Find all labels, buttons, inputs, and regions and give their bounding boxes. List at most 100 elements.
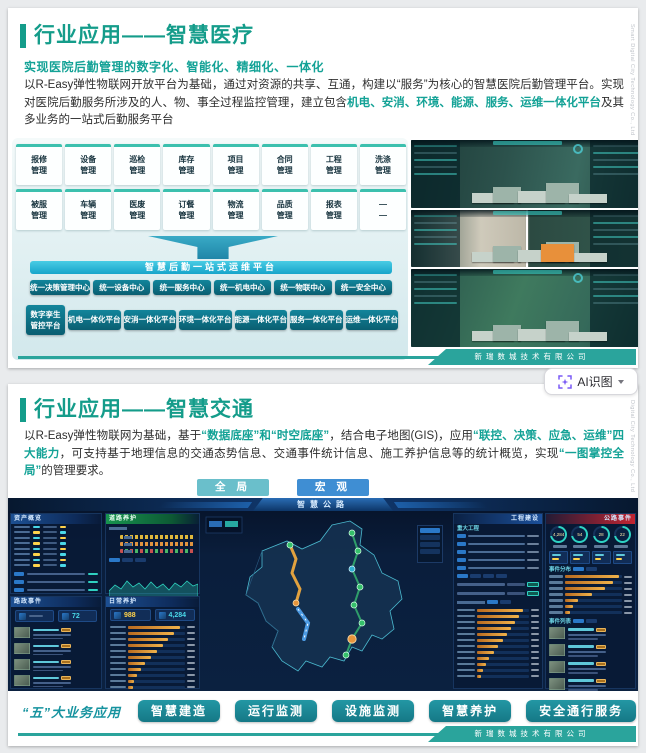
chevron-down-icon[interactable] — [617, 379, 624, 384]
ai-recognize-button[interactable]: AI识图 — [544, 368, 638, 395]
detail-bar — [568, 650, 606, 653]
module-cell: 订餐 管理 — [163, 189, 210, 230]
menu-row — [420, 542, 440, 547]
photo-thumb — [14, 643, 30, 654]
module-cell: 工程 管理 — [310, 144, 357, 185]
project-row — [454, 548, 542, 556]
hud-line — [593, 166, 638, 168]
label-bar — [43, 525, 57, 528]
event-photo-list — [546, 625, 635, 692]
bar-fill — [477, 626, 512, 630]
module-line2: 管理 — [129, 166, 146, 175]
chip-line — [615, 557, 623, 560]
label-bar — [110, 637, 126, 641]
project-row — [454, 540, 542, 548]
view-mode-button: 全 局 — [197, 479, 269, 496]
bar-fill — [477, 638, 503, 642]
label-bar — [110, 685, 126, 689]
bar-fill — [128, 685, 133, 689]
label-bar — [457, 626, 475, 630]
event-text — [33, 643, 98, 655]
value-bar — [187, 686, 195, 688]
bar-fill — [477, 614, 519, 618]
bar-track — [477, 650, 529, 654]
road-condition-strip — [120, 535, 195, 539]
gauge-label-bar — [593, 545, 608, 548]
hud-line — [414, 229, 457, 231]
menu-row — [420, 549, 440, 554]
ai-scan-icon — [558, 374, 573, 389]
traffic-area-chart — [109, 580, 198, 599]
event-thumb-list — [11, 625, 101, 689]
center-button: 统一设备中心 — [93, 280, 151, 295]
label-bar — [549, 599, 563, 602]
module-cell: 被服 管理 — [16, 189, 63, 230]
detail-bar — [33, 637, 63, 639]
hud-line — [414, 288, 457, 290]
stat-row — [11, 563, 101, 569]
bar-track — [128, 673, 185, 677]
date-bar — [527, 535, 539, 537]
event-line1 — [33, 676, 98, 680]
bar-row — [457, 673, 539, 679]
detail-bar — [33, 669, 63, 671]
label-bar — [549, 575, 563, 578]
module-line2: 管理 — [227, 211, 244, 220]
text-run: 的管理要求。 — [41, 465, 111, 477]
slide-smart-transportation: 行业应用——智慧交通 以R-Easy弹性物联网为基础，基于“数据底座”和“时空底… — [8, 384, 638, 746]
event-text — [568, 678, 632, 691]
value-bar — [187, 638, 195, 640]
value-bar — [33, 564, 40, 567]
event-line1 — [568, 627, 632, 632]
page-title: 行业应用——智慧交通 — [20, 398, 254, 422]
module-line2: 管理 — [374, 166, 391, 175]
stat-label-bar — [29, 615, 43, 617]
event-gauge: 28 — [592, 526, 610, 543]
label-bar — [14, 558, 30, 561]
bar-track — [477, 656, 529, 660]
unified-centers-row: 统一决策管理中心 统一设备中心 统一服务中心 统一机电中心 统一物联中心 统一安全中心 — [30, 280, 393, 295]
label-bar — [549, 587, 563, 590]
value-bar — [531, 663, 539, 665]
label-bar — [14, 553, 30, 556]
chip-line — [552, 553, 562, 556]
event-line1 — [33, 660, 98, 664]
center-button: 统一物联中心 — [274, 280, 332, 295]
label-bar — [457, 668, 475, 672]
value-bar — [187, 674, 195, 676]
hud-line — [593, 159, 638, 161]
detail-bar — [33, 682, 71, 684]
value-bar — [531, 633, 539, 635]
value-bar — [187, 650, 195, 652]
bar-fill — [128, 625, 181, 629]
bar-fill — [565, 599, 578, 602]
tab — [135, 558, 146, 562]
label-bar — [14, 547, 30, 550]
value-bar — [624, 611, 632, 614]
tab — [496, 574, 507, 578]
hud-line — [414, 243, 457, 245]
event-gauge: 22 — [613, 526, 631, 543]
hazard-bar-list — [454, 606, 542, 680]
project-row — [454, 564, 542, 572]
module-cell: 品质 管理 — [261, 189, 308, 230]
hospital-dashboard-image-2 — [411, 210, 638, 267]
value-bar — [33, 525, 40, 528]
bar-track — [477, 614, 529, 618]
title-bar — [33, 676, 59, 680]
title-bar — [568, 645, 594, 648]
platform-button: 服务一体化平台 — [290, 310, 343, 330]
platform-line1: 数字孪生 — [30, 310, 61, 319]
asset-stat-rows — [11, 524, 101, 568]
event-line1 — [33, 644, 98, 648]
dashboard-title: 智慧公路 — [253, 498, 393, 511]
module-line2: 管理 — [80, 166, 97, 175]
sub-stat-chips — [546, 550, 635, 565]
building-shape — [569, 253, 607, 263]
hud-line — [414, 281, 457, 283]
topbar-wing-right — [393, 502, 489, 508]
center-button: 统一安全中心 — [334, 280, 393, 295]
label-bar — [43, 553, 57, 556]
notice-rows — [454, 580, 542, 598]
value-bar — [624, 593, 632, 596]
